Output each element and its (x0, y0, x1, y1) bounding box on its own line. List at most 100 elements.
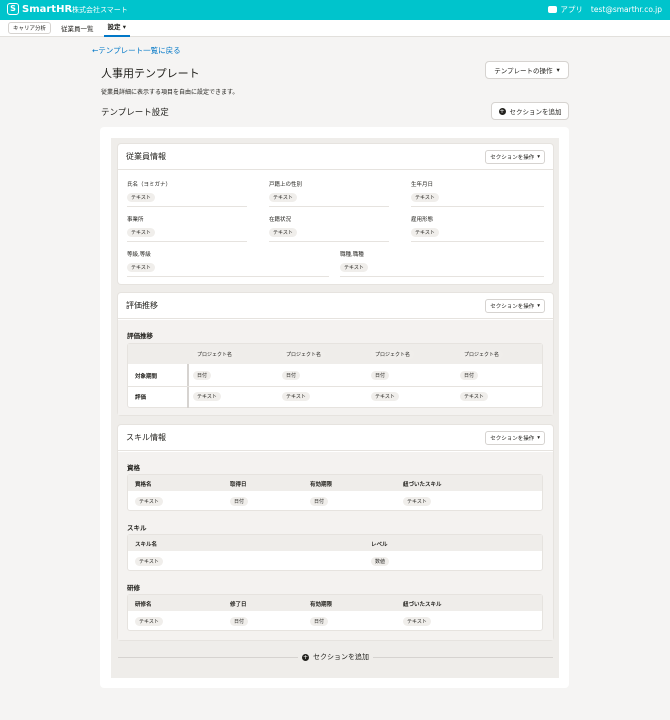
section-skill-info: スキル情報 セクションを操作 ▾ 資格 資格名 取得日 有効期限 紐づいたスキル … (118, 425, 553, 640)
section-operation-button[interactable]: セクションを操作 ▾ (485, 430, 545, 445)
qualification-table[interactable]: 資格名 取得日 有効期限 紐づいたスキル テキスト 日付 日付 テキスト (127, 474, 543, 511)
logo-mark-icon: S (7, 3, 19, 15)
group-title: 研修 (127, 584, 140, 592)
field-label: 職種,職種 (340, 252, 364, 258)
field-label: 氏名（ヨミガナ） (127, 182, 172, 188)
page-description: 従業員詳細に表示する項目を自由に設定できます。 (101, 89, 239, 96)
plus-circle-icon: + (302, 653, 309, 661)
column-header: 紐づいたスキル (403, 482, 442, 488)
nav-settings-label: 設定 (107, 22, 121, 31)
app-icon (548, 6, 558, 13)
table-cell: テキスト (282, 392, 310, 401)
field-office[interactable]: 事業所 テキスト (127, 215, 247, 242)
sub-navigation: キャリア分析 従業員一覧 設定 ▾ (0, 20, 670, 37)
field-label: 事業所 (127, 217, 144, 223)
chevron-down-icon: ▾ (537, 302, 540, 309)
chevron-down-icon: ▾ (122, 22, 127, 31)
column-header: 有効期限 (310, 482, 333, 488)
column-header: プロジェクト名 (282, 350, 326, 359)
nav-settings[interactable]: 設定 ▾ (103, 20, 131, 37)
field-type-chip: テキスト (127, 263, 155, 272)
row-header: 評価 (135, 395, 147, 401)
section-operation-label: セクションを操作 (490, 435, 535, 442)
section-employee-info: 従業員情報 セクションを操作 ▾ 氏名（ヨミガナ） テキスト 戸籍上の性別 テキスト … (118, 144, 553, 284)
nav-employee-list[interactable]: 従業員一覧 (57, 23, 98, 33)
table-cell: 日付 (310, 497, 329, 506)
table-cell: 日付 (230, 617, 249, 626)
plus-circle-icon: + (498, 107, 506, 115)
column-header: プロジェクト名 (460, 350, 504, 359)
evaluation-table[interactable]: プロジェクト名 プロジェクト名 プロジェクト名 プロジェクト名 対象期間 日付 … (127, 343, 543, 408)
company-name: 株式会社スマート (72, 6, 128, 14)
row-header: 対象期間 (135, 374, 158, 380)
group-title: スキル (127, 524, 147, 532)
field-name-kana[interactable]: 氏名（ヨミガナ） テキスト (127, 180, 247, 207)
column-header: 紐づいたスキル (403, 602, 442, 608)
field-job-type[interactable]: 職種,職種テキスト (340, 250, 544, 277)
field-birthdate[interactable]: 生年月日 テキスト (411, 180, 544, 207)
add-section-bottom-button[interactable]: + セクションを追加 (118, 650, 553, 664)
career-analysis-button[interactable]: キャリア分析 (8, 22, 52, 34)
add-section-button[interactable]: + セクションを追加 (491, 102, 569, 120)
user-menu[interactable]: test@smarthr.co.jp (591, 5, 662, 14)
table-cell: テキスト (135, 497, 163, 506)
field-label: 戸籍上の性別 (269, 182, 303, 188)
section-operation-button[interactable]: セクションを操作 ▾ (485, 298, 545, 313)
table-cell: テキスト (371, 392, 399, 401)
column-header: 修了日 (230, 602, 247, 608)
chevron-down-icon: ▾ (537, 153, 540, 160)
table-cell: 日付 (460, 371, 479, 380)
table-cell: テキスト (460, 392, 488, 401)
column-header: スキル名 (135, 542, 158, 548)
table-cell: 日付 (310, 617, 329, 626)
chevron-down-icon: ▾ (537, 434, 540, 441)
field-type-chip: テキスト (269, 228, 297, 237)
field-gender[interactable]: 戸籍上の性別 テキスト (269, 180, 389, 207)
table-cell: 日付 (230, 497, 249, 506)
table-cell: 日付 (193, 371, 212, 380)
table-cell: テキスト (135, 617, 163, 626)
field-type-chip: テキスト (127, 228, 155, 237)
section-operation-button[interactable]: セクションを操作 ▾ (485, 149, 545, 164)
training-table[interactable]: 研修名 修了日 有効期限 紐づいたスキル テキスト 日付 日付 テキスト (127, 594, 543, 631)
table-cell: テキスト (403, 497, 431, 506)
logo-text: SmartHR (22, 3, 73, 15)
add-section-label: セクションを追加 (509, 108, 562, 116)
section-title: 評価推移 (126, 301, 158, 310)
column-header: プロジェクト名 (193, 350, 237, 359)
add-section-label: セクションを追加 (313, 653, 369, 661)
app-header: S SmartHR 株式会社スマート アプリ test@smarthr.co.jp (0, 0, 670, 20)
back-link-label: テンプレート一覧に戻る (98, 46, 181, 55)
field-type-chip: テキスト (340, 263, 368, 272)
section-title: 従業員情報 (126, 152, 166, 161)
field-label: 雇用形態 (411, 217, 434, 223)
group-title: 評価推移 (127, 332, 153, 340)
field-type-chip: テキスト (269, 193, 297, 202)
column-header: 資格名 (135, 482, 152, 488)
section-operation-label: セクションを操作 (490, 303, 535, 310)
group-title: 資格 (127, 464, 140, 472)
column-header: 取得日 (230, 482, 247, 488)
app-label: アプリ (560, 5, 583, 14)
column-header: 研修名 (135, 602, 152, 608)
field-employment-status[interactable]: 在籍状況 テキスト (269, 215, 389, 242)
column-header: レベル (371, 542, 388, 548)
field-grade[interactable]: 等級,等級 テキスト (127, 250, 329, 277)
skill-table[interactable]: スキル名 レベル テキスト 数値 (127, 534, 543, 571)
table-cell: 日付 (282, 371, 301, 380)
back-link[interactable]: ←テンプレート一覧に戻る (92, 45, 181, 56)
table-cell: 日付 (371, 371, 390, 380)
section-title: スキル情報 (126, 433, 166, 442)
template-operation-button[interactable]: テンプレートの操作 ▾ (485, 61, 569, 79)
field-type-chip: テキスト (411, 228, 439, 237)
app-menu-button[interactable]: アプリ (548, 4, 583, 15)
table-cell: テキスト (135, 557, 163, 566)
smarthr-logo[interactable]: S SmartHR (7, 3, 72, 15)
field-label: 在籍状況 (269, 217, 292, 223)
field-employment-type[interactable]: 雇用形態 テキスト (411, 215, 544, 242)
section-evaluation: 評価推移 セクションを操作 ▾ 評価推移 プロジェクト名 プロジェクト名 プロジェ… (118, 293, 553, 415)
table-cell: 数値 (371, 557, 390, 566)
table-cell: テキスト (193, 392, 221, 401)
field-type-chip: テキスト (411, 193, 439, 202)
template-operation-label: テンプレートの操作 (494, 67, 553, 75)
